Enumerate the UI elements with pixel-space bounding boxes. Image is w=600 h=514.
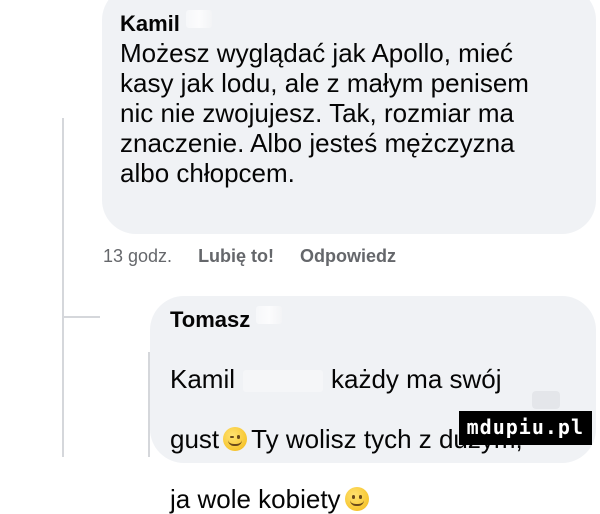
reply-text-line2a: gust	[170, 424, 220, 454]
redacted-surname	[185, 10, 212, 28]
faded-icon	[532, 391, 560, 409]
comment-author[interactable]: Kamil	[120, 10, 180, 37]
watermark-logo: mdupiu.pl	[458, 411, 592, 445]
comment-text: Możesz wyglądać jak Apollo, mieć kasy ja…	[120, 38, 529, 188]
thread-connector-vertical	[62, 118, 64, 457]
winking-face-icon	[223, 427, 248, 451]
reply-text-line1: każdy ma swój	[331, 364, 502, 394]
comment-actions: 13 godz. Lubię to! Odpowiedz	[103, 246, 396, 267]
redacted-mention-surname	[243, 370, 324, 393]
comment-bubble: Kamil Możesz wyglądać jak Apollo, mieć k…	[102, 0, 596, 234]
comment-timestamp[interactable]: 13 godz.	[103, 246, 172, 267]
reply-text-line3: ja wole kobiety	[170, 484, 341, 514]
thread-connector-horizontal	[62, 316, 100, 318]
mention-tag[interactable]: Kamil	[170, 364, 235, 394]
redacted-surname	[256, 306, 283, 324]
like-button[interactable]: Lubię to!	[198, 246, 274, 267]
reply-author[interactable]: Tomasz	[170, 306, 250, 333]
smiling-face-icon	[344, 487, 369, 511]
reply-button[interactable]: Odpowiedz	[300, 246, 396, 267]
